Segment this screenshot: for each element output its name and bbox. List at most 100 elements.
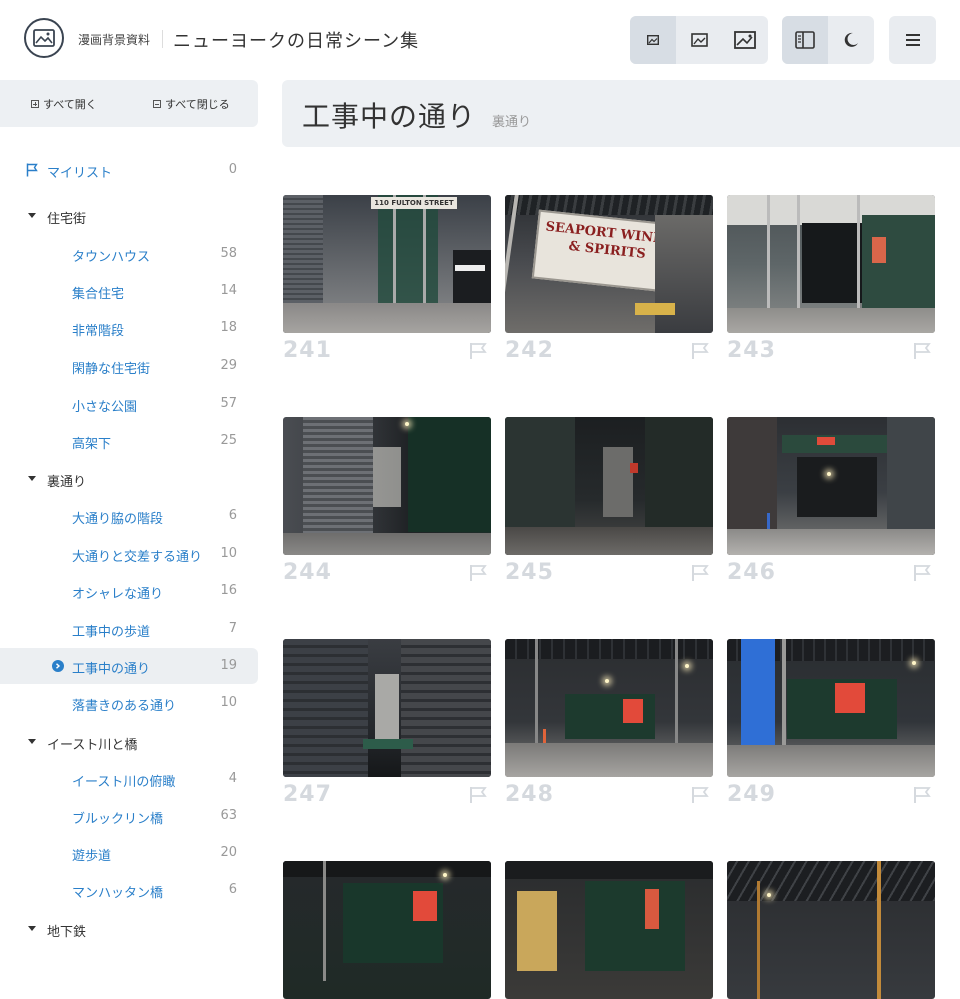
page-title: 工事中の通り [302,100,477,133]
caret-down-icon [28,739,36,744]
sidebar-item-manhattan-bridge[interactable]: マンハッタン橋 6 [0,872,258,908]
section-residential[interactable]: 住宅街 [0,204,258,228]
photo-thumbnail[interactable] [505,639,713,777]
item-count: 16 [220,583,237,598]
sidebar-item-fire-escape[interactable]: 非常階段 18 [0,310,258,346]
photo-thumbnail[interactable] [505,861,713,999]
sidebar-item-stairs-by-avenue[interactable]: 大通り脇の階段 6 [0,498,258,534]
sidebar-item-sidewalk-construction[interactable]: 工事中の歩道 7 [0,611,258,647]
sidebar-item-label: イースト川の俯瞰 [72,775,176,790]
flag-icon[interactable] [913,786,931,804]
item-count: 63 [220,808,237,823]
sidebar-item-label: タウンハウス [72,250,151,265]
dark-mode-icon [844,32,858,47]
sidebar-item-label: 遊歩道 [72,849,112,864]
sidebar-item-quiet-street[interactable]: 閑静な住宅街 29 [0,348,258,384]
flag-icon[interactable] [913,564,931,582]
small-thumb-icon [647,35,659,45]
caret-down-icon [28,213,36,218]
expand-all-label: すべて開く [43,98,97,111]
photo-thumbnail[interactable] [283,639,491,777]
flag-icon[interactable] [469,342,487,360]
item-count: 6 [228,508,237,523]
section-label: 住宅街 [47,212,87,227]
collapse-all-button[interactable]: すべて閉じる [153,96,230,112]
street-sign: 110 FULTON STREET [371,197,457,209]
photo-thumbnail[interactable] [727,417,935,555]
flag-icon[interactable] [691,342,709,360]
page-subtitle[interactable]: 裏通り [492,111,531,130]
sidebar-item-label: マンハッタン橋 [72,886,164,901]
sidebar-item-townhouse[interactable]: タウンハウス 58 [0,236,258,272]
sidebar-item-label: 落書きのある通り [72,699,177,714]
photo-thumbnail[interactable] [283,417,491,555]
flag-icon[interactable] [913,342,931,360]
photo-number: 243 [727,338,776,363]
minus-box-icon [153,100,161,108]
sidebar-item-promenade[interactable]: 遊歩道 20 [0,835,258,871]
sidebar-item-label: 非常階段 [72,324,125,339]
section-label: イースト川と橋 [47,738,138,753]
current-indicator-icon [52,660,64,672]
flag-icon[interactable] [691,564,709,582]
large-thumb-button[interactable] [722,16,768,64]
sidebar-item-apartment[interactable]: 集合住宅 14 [0,273,258,309]
sidebar-toggle-button[interactable] [782,16,828,64]
menu-button[interactable] [889,16,936,64]
item-count: 25 [220,433,237,448]
photo-number: 248 [505,782,554,807]
flag-icon[interactable] [469,786,487,804]
mylist-label: マイリスト [47,166,113,181]
sidebar-item-label: 大通りと交差する通り [72,550,203,565]
sidebar-item-label: 工事中の歩道 [72,625,151,640]
section-subway[interactable]: 地下鉄 [0,917,258,941]
photo-number: 247 [283,782,332,807]
mylist-item[interactable]: マイリスト 0 [0,160,258,181]
photo-thumbnail[interactable]: 110 FULTON STREET [283,195,491,333]
sidebar-item-street-construction[interactable]: 工事中の通り 19 [0,648,258,684]
flag-icon[interactable] [691,786,709,804]
sidebar-item-crossing-street[interactable]: 大通りと交差する通り 10 [0,536,258,572]
sidebar-item-label: 小さな公園 [72,400,138,415]
flag-icon[interactable] [469,564,487,582]
photo-thumbnail[interactable] [727,639,935,777]
sidebar-item-label: 大通り脇の階段 [72,512,164,527]
sidebar-item-graffiti-street[interactable]: 落書きのある通り 10 [0,685,258,721]
sidebar-item-label: 工事中の通り [72,662,151,677]
photo-number: 244 [283,560,332,585]
menu-icon [905,34,920,46]
page-header: 工事中の通り 裏通り [282,80,960,147]
sidebar-item-stylish-street[interactable]: オシャレな通り 16 [0,573,258,609]
collapse-all-label: すべて閉じる [165,98,230,111]
dark-mode-button[interactable] [828,16,874,64]
photo-thumbnail[interactable] [505,417,713,555]
sidebar-item-label: 閑静な住宅街 [72,362,151,377]
item-count: 20 [220,845,237,860]
section-back-streets[interactable]: 裏通り [0,467,258,491]
sidebar-toggle-icon [795,31,815,49]
sidebar-item-label: ブルックリン橋 [72,812,164,827]
expand-collapse-bar: すべて開く すべて閉じる [0,80,258,127]
photo-number: 246 [727,560,776,585]
caret-down-icon [28,926,36,931]
small-thumb-button[interactable] [630,16,676,64]
expand-all-button[interactable]: すべて開く [31,96,97,112]
plus-box-icon [31,100,39,108]
sidebar-item-small-park[interactable]: 小さな公園 57 [0,386,258,422]
section-east-river[interactable]: イースト川と橋 [0,730,258,754]
medium-thumb-button[interactable] [676,16,722,64]
photo-thumbnail[interactable]: SEAPORT WINES & SPIRITS [505,195,713,333]
photo-number: 241 [283,338,332,363]
site-name[interactable]: 漫画背景資料 [78,31,150,48]
sidebar-item-brooklyn-bridge[interactable]: ブルックリン橋 63 [0,798,258,834]
header: 漫画背景資料 ニューヨークの日常シーン集 [0,0,960,80]
photo-thumbnail[interactable] [283,861,491,999]
sidebar-item-river-overview[interactable]: イースト川の俯瞰 4 [0,761,258,797]
item-count: 6 [228,882,237,897]
item-count: 7 [228,621,237,636]
item-count: 4 [228,771,237,786]
logo-icon[interactable] [24,18,64,58]
sidebar-item-under-viaduct[interactable]: 高架下 25 [0,423,258,459]
photo-thumbnail[interactable] [727,861,935,999]
photo-thumbnail[interactable] [727,195,935,333]
